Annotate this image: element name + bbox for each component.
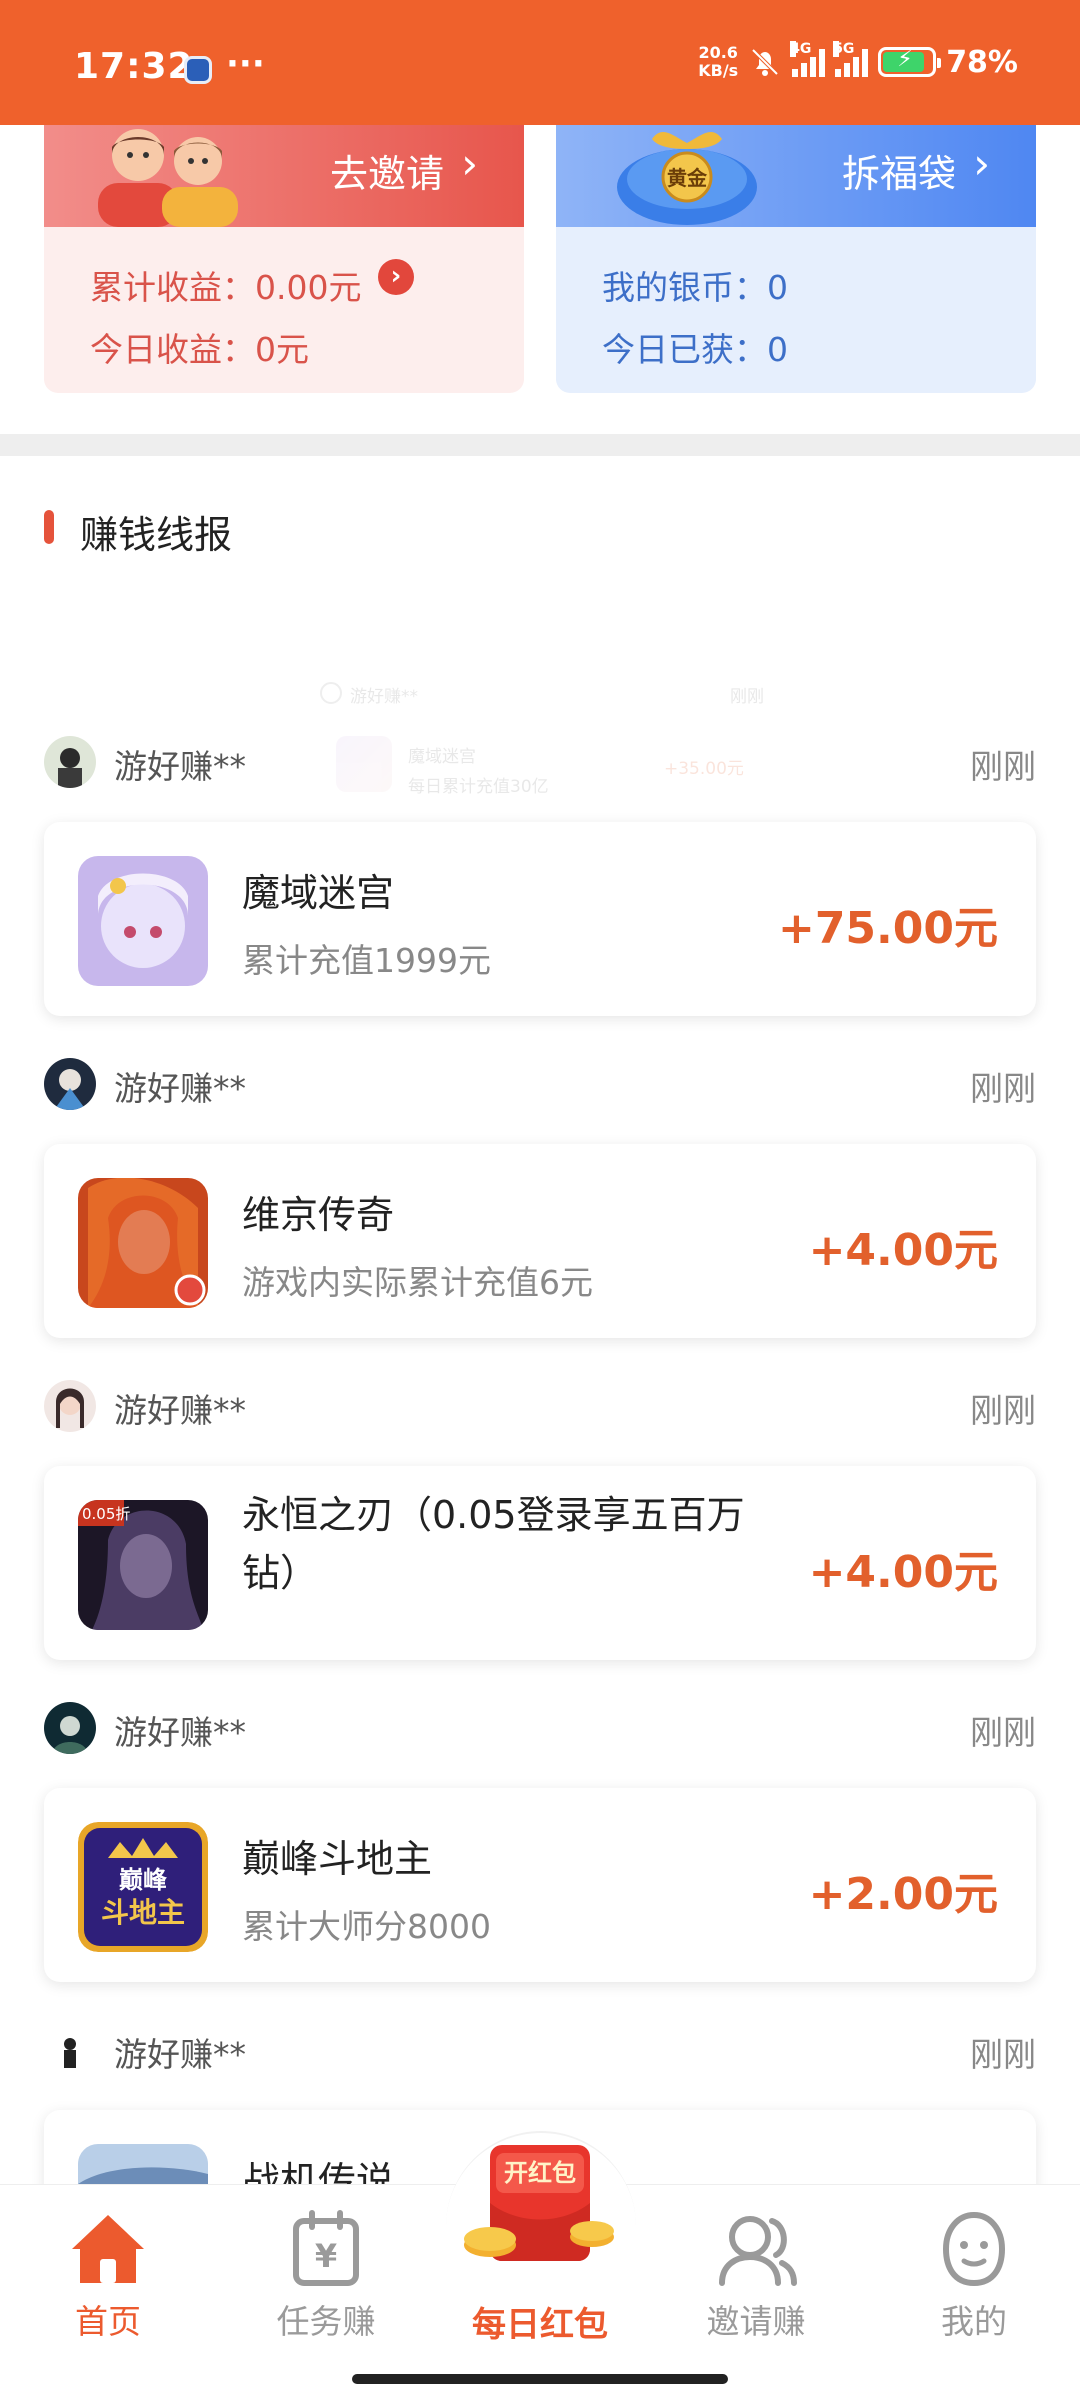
battery-charging-icon: ⚡ [878,47,942,77]
feed-time: 刚刚 [970,1713,1036,1752]
game-desc: 累计充值1999元 [242,941,491,980]
game-icon: 巅峰 斗地主 [78,1822,208,1952]
app-notification-icon [184,56,212,84]
feed-card[interactable]: 维京传奇 游戏内实际累计充值6元 +4.00元 [44,1144,1036,1338]
silver-coins: 我的银币：0 [602,268,788,307]
feed-username: 游好赚** [114,1391,246,1430]
status-time: 17:32 [74,46,194,87]
nav-daily-redpack-label[interactable]: 每日红包 [440,2297,640,2346]
avatar [44,1702,96,1754]
battery-percent: 78% [946,44,1018,80]
invite-button[interactable]: 去邀请 [330,143,444,198]
feed-username: 游好赚** [114,2035,246,2074]
lucky-bag-icon: 黄金 [617,131,757,225]
nav-home[interactable]: 首页 [28,2209,188,2343]
section-divider [0,434,1080,456]
today-gained: 今日已获：0 [602,330,788,369]
discount-tag: 0.05折 [82,1505,130,1523]
feed-username: 游好赚** [114,747,246,786]
chevron-right-icon: › [461,139,478,188]
reward-amount: +4.00元 [808,1225,998,1276]
feed-card[interactable]: 0.05折 永恒之刃（0.05登录享五百万钻） +4.00元 [44,1466,1036,1660]
avatar [44,736,96,788]
icon-text-top: 巅峰 [119,1866,167,1894]
avatar [44,1380,96,1432]
feed-time: 刚刚 [970,1391,1036,1430]
reward-amount: +2.00元 [808,1869,998,1920]
section-title: 赚钱线报 [44,504,232,559]
feed-username: 游好赚** [114,1713,246,1752]
status-right-group: 20.6 KB/s 4G 5G ⚡ 78% [698,41,1018,80]
reward-amount: +4.00元 [808,1547,998,1598]
game-icon: 0.05折 [78,1500,208,1630]
today-earnings: 今日收益：0元 [90,330,309,369]
game-name: 维京传奇 [242,1193,395,1237]
svg-text:¥: ¥ [315,2237,337,2275]
invite-card-header[interactable]: 去邀请 › [44,125,524,227]
feed-user-row: 游好赚** 刚刚 [44,736,1036,790]
more-notifications-icon: ··· [226,44,265,84]
bottom-nav: 首页 ¥ 任务赚 开红包 每日红包 邀请赚 我的 [0,2131,1080,2400]
game-name: 巅峰斗地主 [242,1837,433,1881]
feed-card[interactable]: 巅峰 斗地主 巅峰斗地主 累计大师分8000 +2.00元 [44,1788,1036,1982]
network-speed: 20.6 KB/s [698,43,739,80]
game-icon [78,856,208,986]
invite-users-icon [719,2216,797,2286]
home-icon [72,2215,144,2283]
chevron-right-icon: › [973,139,990,188]
total-earnings: 累计收益：0.00元 [90,268,362,307]
feed-user-row: 游好赚** 刚刚 [44,1702,1036,1756]
open-redpack-badge: 开红包 [504,2159,576,2187]
status-bar: 17:32 ··· 20.6 KB/s 4G 5G ⚡ 78% [0,0,1080,125]
people-icon [98,129,238,227]
feed-card[interactable]: 魔域迷宫 累计充值1999元 +75.00元 [44,822,1036,1016]
feed-user-row: 游好赚** 刚刚 [44,1058,1036,1112]
game-name: 永恒之刃（0.05登录享五百万钻） [242,1493,745,1595]
feed-user-row: 游好赚** 刚刚 [44,2024,1036,2078]
task-calendar-icon: ¥ [293,2210,359,2286]
icon-text-bottom: 斗地主 [101,1896,185,1929]
nav-daily-redpack[interactable]: 开红包 [462,2145,618,2285]
bag-badge: 黄金 [667,166,708,190]
red-envelope-icon: 开红包 [464,2145,614,2261]
mute-bell-icon [751,48,779,76]
reward-amount: +75.00元 [777,903,998,954]
nav-tasks[interactable]: ¥ 任务赚 [246,2209,406,2343]
lucky-bag-card[interactable]: 黄金 拆福袋 › 我的银币：0 今日已获：0 [556,125,1036,393]
invite-card[interactable]: 去邀请 › 累计收益：0.00元 › 今日收益：0元 [44,125,524,393]
nav-invite[interactable]: 邀请赚 [676,2209,836,2343]
feed-time: 刚刚 [970,1069,1036,1108]
avatar [44,1058,96,1110]
game-desc: 游戏内实际累计充值6元 [242,1263,593,1302]
feed-time: 刚刚 [970,2035,1036,2074]
signal-4g-icon: 4G [790,41,826,77]
game-name: 魔域迷宫 [242,871,395,915]
avatar [44,2024,96,2076]
home-indicator[interactable] [352,2374,728,2384]
profile-icon [942,2211,1006,2287]
open-lucky-bag-button[interactable]: 拆福袋 [842,143,956,198]
feed-user-row: 游好赚** 刚刚 [44,1380,1036,1434]
game-icon [78,1178,208,1308]
feed-time: 刚刚 [970,747,1036,786]
earnings-detail-arrow-icon[interactable]: › [378,259,414,295]
feed-username: 游好赚** [114,1069,246,1108]
lucky-bag-header[interactable]: 黄金 拆福袋 › [556,125,1036,227]
nav-mine[interactable]: 我的 [894,2209,1054,2343]
signal-5g-icon: 5G [833,41,869,77]
game-desc: 累计大师分8000 [242,1907,491,1946]
